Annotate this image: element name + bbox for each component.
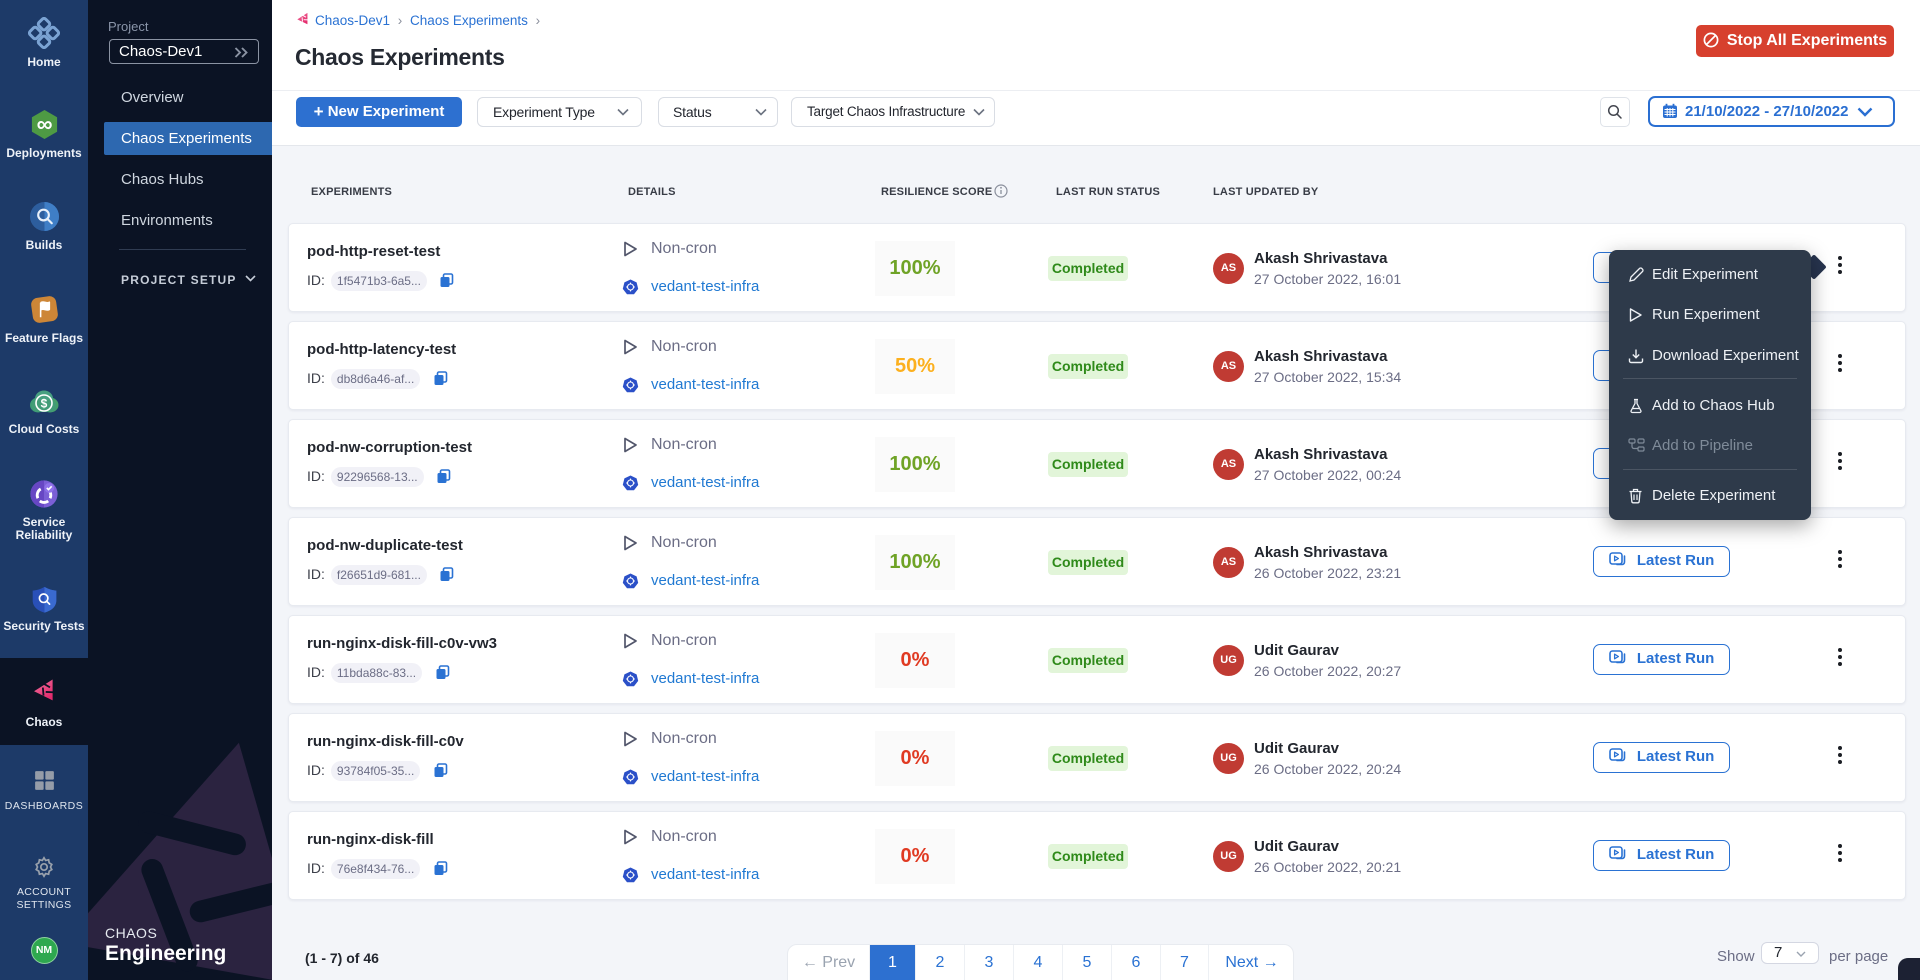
svg-text:$: $ [41,397,48,411]
svg-text:∞: ∞ [36,111,52,136]
